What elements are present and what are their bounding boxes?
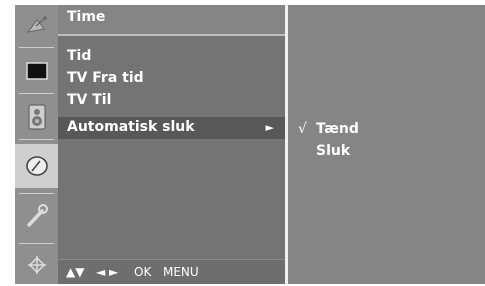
submenu-option-sluk[interactable]: Sluk — [288, 141, 482, 163]
menu-item-tv-til[interactable]: TV Til — [58, 90, 285, 112]
clock-icon[interactable] — [15, 144, 58, 188]
submenu-option-taend[interactable]: √ Tænd — [288, 119, 482, 141]
menu-item-label: Tid — [67, 48, 92, 64]
submenu-panel: √ Tænd Sluk — [285, 5, 485, 284]
navigation-hint-bar: ▲▼ ◄ ► OK MENU — [58, 259, 285, 284]
submenu-arrow-icon: ► — [265, 121, 274, 134]
menu-title: Time — [67, 9, 106, 25]
screen-icon[interactable] — [15, 51, 58, 91]
category-icon-column — [15, 5, 58, 284]
left-right-arrows-icon: ◄ ► — [96, 265, 119, 279]
divider — [19, 139, 54, 140]
wrench-icon[interactable] — [15, 196, 58, 236]
divider — [19, 193, 54, 194]
divider — [19, 93, 54, 94]
osd-menu: Time Tid TV Fra tid TV Til Automatisk sl… — [15, 5, 485, 284]
divider — [19, 243, 54, 244]
up-down-arrows-icon: ▲▼ — [66, 265, 85, 279]
menu-item-tv-fra-tid[interactable]: TV Fra tid — [58, 68, 285, 90]
menu-title-bar: Time — [58, 5, 285, 36]
option-label: Tænd — [316, 121, 359, 137]
menu-item-label: Automatisk sluk — [67, 119, 195, 135]
menu-item-tid[interactable]: Tid — [58, 46, 285, 68]
check-mark-icon: √ — [298, 121, 307, 137]
menu-hint: MENU — [163, 265, 199, 279]
menu-item-automatisk-sluk[interactable]: Automatisk sluk ► — [58, 117, 285, 139]
menu-item-label: TV Fra tid — [67, 70, 144, 86]
menu-item-label: TV Til — [67, 92, 112, 108]
divider — [19, 47, 54, 48]
speaker-icon[interactable] — [15, 97, 58, 137]
ok-hint: OK — [134, 265, 152, 279]
plug-icon[interactable] — [15, 248, 58, 282]
satellite-dish-icon[interactable] — [15, 7, 58, 47]
option-label: Sluk — [316, 143, 351, 159]
menu-panel: Time Tid TV Fra tid TV Til Automatisk sl… — [58, 5, 285, 284]
